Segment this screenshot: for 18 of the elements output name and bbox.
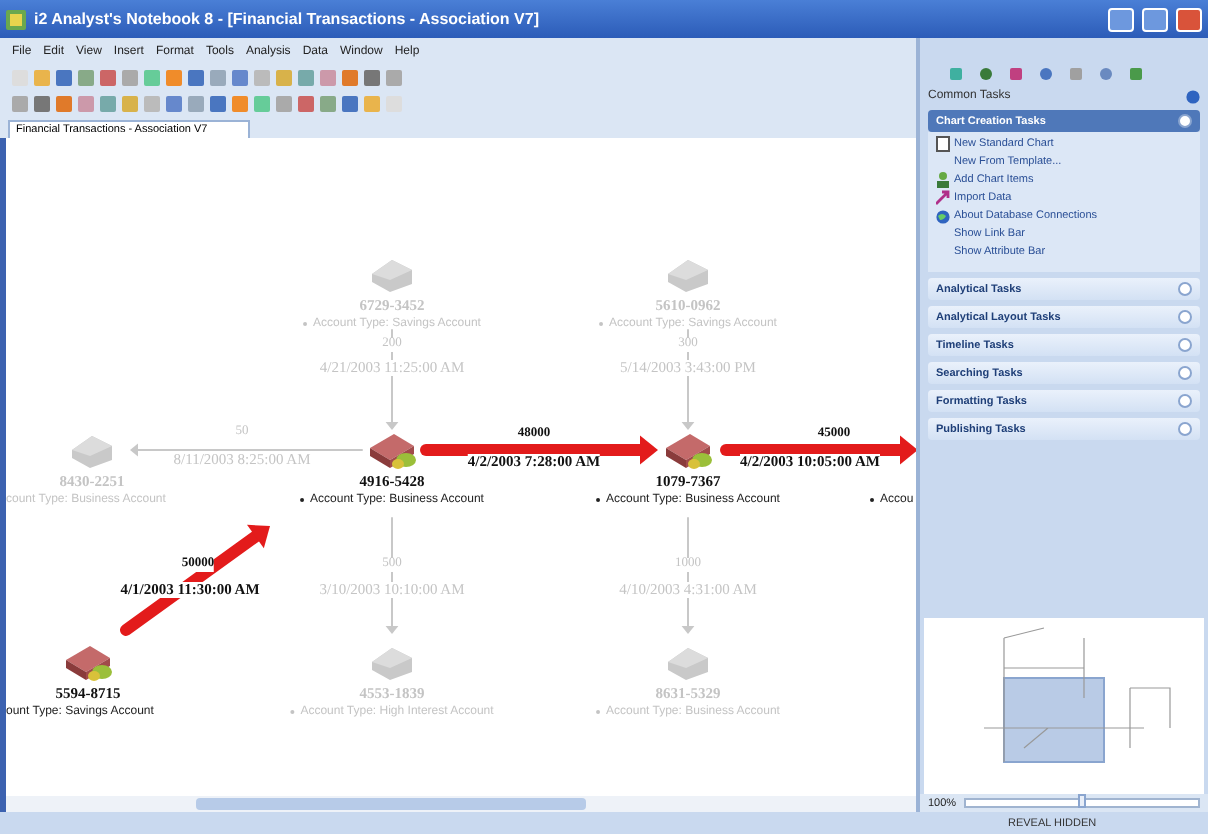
window-title: i2 Analyst's Notebook 8 - [Financial Transactions - Association V7] — [34, 10, 541, 28]
maximize-button[interactable] — [1142, 7, 1168, 31]
close-button[interactable] — [1176, 7, 1202, 31]
minimize-button[interactable] — [1108, 7, 1134, 31]
building-icon — [366, 430, 418, 470]
building-icon — [662, 642, 714, 682]
building-icon — [366, 642, 418, 682]
app-icon — [6, 9, 26, 29]
slider-thumb[interactable] — [1078, 794, 1087, 808]
document-icon — [936, 136, 950, 152]
building-icon — [662, 254, 714, 294]
building-icon — [66, 430, 118, 470]
building-icon — [62, 642, 114, 682]
building-icon — [662, 430, 714, 470]
zoom-slider[interactable] — [964, 798, 1200, 808]
scrollbar-thumb[interactable] — [196, 798, 586, 810]
overview-map-drawing[interactable] — [924, 618, 1204, 794]
building-icon — [366, 254, 418, 294]
